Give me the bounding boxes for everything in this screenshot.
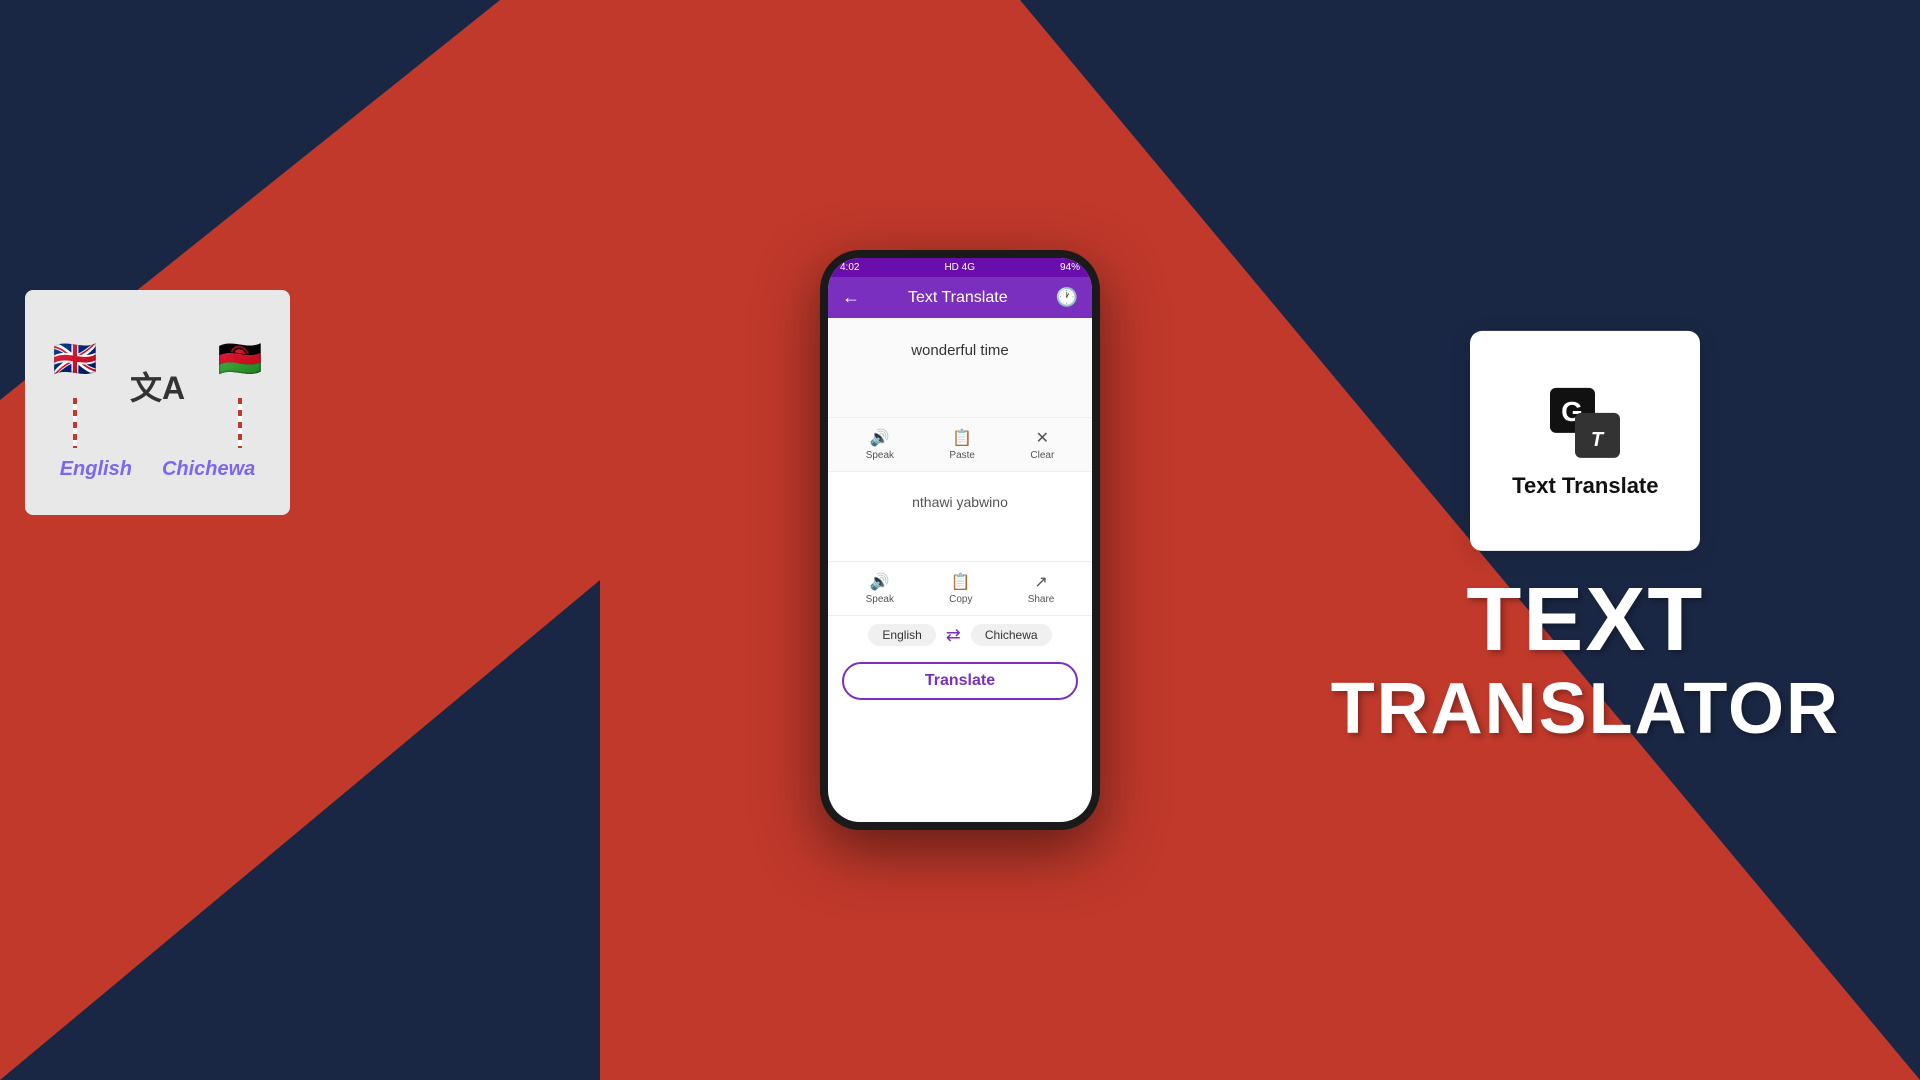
status-time: 4:02 <box>840 262 859 273</box>
input-action-row: 🔊 Speak 📋 Paste ✕ Clear <box>828 418 1092 472</box>
back-button[interactable]: ← <box>842 287 860 308</box>
clear-icon: ✕ <box>1036 428 1049 448</box>
output-area: nthawi yabwino <box>828 472 1092 562</box>
clear-button[interactable]: ✕ Clear <box>1022 424 1062 465</box>
copy-icon: 📋 <box>951 572 971 592</box>
speak-icon-input: 🔊 <box>870 428 890 448</box>
label-chichewa: Chichewa <box>162 458 255 481</box>
phone-device: 4:02 HD 4G 94% ← Text Translate 🕐 wonder… <box>820 250 1100 830</box>
label-english: English <box>60 458 132 481</box>
clear-label: Clear <box>1030 450 1054 461</box>
speak-label-input: Speak <box>866 450 894 461</box>
phone-wrapper: 4:02 HD 4G 94% ← Text Translate 🕐 wonder… <box>820 250 1100 830</box>
big-text-line2: TRANSLATOR <box>1331 670 1840 749</box>
target-lang-button[interactable]: Chichewa <box>971 624 1052 646</box>
lang-selector: English ⇄ Chichewa <box>828 616 1092 654</box>
logo-card-title: Text Translate <box>1512 473 1658 499</box>
speak-icon-output: 🔊 <box>870 572 890 592</box>
speak-button-output[interactable]: 🔊 Speak <box>858 568 902 609</box>
english-pole <box>73 398 77 448</box>
translate-symbol: 文A <box>130 363 185 409</box>
speak-label-output: Speak <box>866 594 894 605</box>
logo-card: G T Text Translate <box>1470 331 1700 551</box>
history-button[interactable]: 🕐 <box>1056 287 1078 308</box>
speak-button-input[interactable]: 🔊 Speak <box>858 424 902 465</box>
chichewa-flag-pole: 🇲🇼 <box>205 324 275 448</box>
paste-icon: 📋 <box>952 428 972 448</box>
share-button[interactable]: ↗ Share <box>1020 568 1063 609</box>
input-area[interactable]: wonderful time <box>828 318 1092 418</box>
translate-btn-wrapper: Translate <box>828 654 1092 822</box>
swap-icon[interactable]: ⇄ <box>946 625 961 646</box>
copy-button[interactable]: 📋 Copy <box>941 568 980 609</box>
share-icon: ↗ <box>1034 572 1047 592</box>
right-panel: G T Text Translate TEXT TRANSLATOR <box>1331 331 1840 749</box>
flags-row: 🇬🇧 文A 🇲🇼 <box>40 324 275 448</box>
output-action-row: 🔊 Speak 📋 Copy ↗ Share <box>828 562 1092 616</box>
source-lang-button[interactable]: English <box>868 624 935 646</box>
app-header: ← Text Translate 🕐 <box>828 277 1092 318</box>
share-label: Share <box>1028 594 1055 605</box>
status-signal: HD 4G <box>944 262 975 273</box>
lang-labels-row: English Chichewa <box>60 458 256 481</box>
translate-button[interactable]: Translate <box>842 662 1078 700</box>
input-text: wonderful time <box>842 342 1078 359</box>
chichewa-flag: 🇲🇼 <box>205 324 275 394</box>
output-text: nthawi yabwino <box>842 494 1078 510</box>
status-battery: 94% <box>1060 262 1080 273</box>
big-text-container: TEXT TRANSLATOR <box>1331 571 1840 749</box>
logo-icon-svg: G T <box>1545 383 1625 463</box>
big-text-line1: TEXT <box>1331 571 1840 670</box>
app-title: Text Translate <box>870 289 1046 307</box>
copy-label: Copy <box>949 594 972 605</box>
paste-button[interactable]: 📋 Paste <box>941 424 983 465</box>
paste-label: Paste <box>949 450 975 461</box>
svg-text:T: T <box>1591 429 1605 451</box>
bg-bottomleft-triangle <box>0 580 600 1080</box>
phone-screen: 4:02 HD 4G 94% ← Text Translate 🕐 wonder… <box>828 258 1092 822</box>
english-flag: 🇬🇧 <box>40 324 110 394</box>
chichewa-pole <box>238 398 242 448</box>
status-bar: 4:02 HD 4G 94% <box>828 258 1092 277</box>
left-panel: 🇬🇧 文A 🇲🇼 English Chichewa <box>25 290 290 515</box>
english-flag-pole: 🇬🇧 <box>40 324 110 448</box>
